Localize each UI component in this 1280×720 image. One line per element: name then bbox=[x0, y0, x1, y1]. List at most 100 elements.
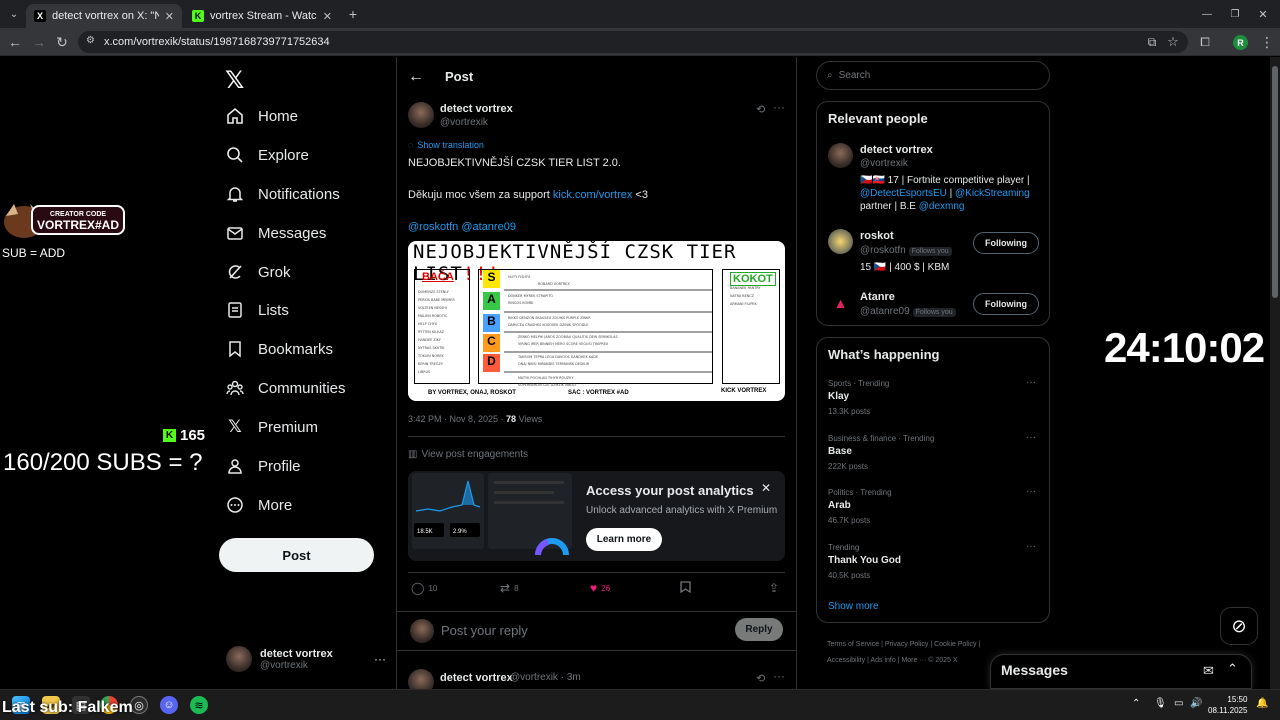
nav-lists[interactable]: Lists bbox=[226, 297, 289, 323]
reply-button[interactable]: Reply bbox=[735, 618, 783, 641]
reply-action[interactable]: ◯ 10 bbox=[411, 581, 437, 595]
network-icon[interactable]: ▭ bbox=[1174, 698, 1183, 709]
x-logo-icon[interactable]: 𝕏 bbox=[225, 66, 247, 94]
nav-profile[interactable]: Profile bbox=[226, 453, 301, 479]
tab-title: detect vortrex on X: "NEJOBJEK bbox=[52, 10, 159, 22]
minimize-icon[interactable]: — bbox=[1198, 5, 1216, 23]
expand-icon[interactable]: ⌃ bbox=[1227, 661, 1238, 677]
nav-home[interactable]: Home bbox=[226, 103, 298, 129]
trend-name[interactable]: Thank You God bbox=[828, 555, 901, 566]
system-clock[interactable]: 15:50 08.11.2025 bbox=[1208, 694, 1247, 716]
tray-chevron-icon[interactable]: ⌃ bbox=[1132, 698, 1140, 709]
spotify-icon[interactable]: ≋ bbox=[190, 696, 208, 714]
new-message-icon[interactable]: ✉ bbox=[1203, 663, 1214, 679]
trend-more-icon[interactable]: ··· bbox=[1026, 486, 1036, 497]
microphone-icon[interactable]: 🎙 bbox=[1154, 698, 1167, 709]
grok-explain-icon[interactable]: ⟲ bbox=[756, 103, 765, 116]
trend-more-icon[interactable]: ··· bbox=[1026, 432, 1036, 443]
account-more-icon[interactable]: ··· bbox=[374, 652, 386, 666]
people-icon bbox=[226, 379, 244, 397]
cast-icon[interactable]: ⧉ bbox=[1143, 33, 1161, 51]
author-name[interactable]: detect vortrex bbox=[440, 103, 513, 115]
trend-name[interactable]: Base bbox=[828, 446, 852, 457]
kick-link[interactable]: kick.com/vortrex bbox=[553, 189, 632, 201]
svg-text:HUTY FISHYX: HUTY FISHYX bbox=[508, 275, 531, 279]
nav-label: Grok bbox=[258, 263, 291, 281]
trend-more-icon[interactable]: ··· bbox=[1026, 377, 1036, 388]
site-info-icon[interactable]: ⚙ bbox=[86, 35, 95, 46]
bookmark-action[interactable] bbox=[680, 581, 691, 596]
avatar[interactable] bbox=[828, 229, 853, 254]
reply-input[interactable]: Post your reply bbox=[441, 623, 528, 638]
nav-label: Lists bbox=[258, 301, 289, 319]
browser-menu-icon[interactable]: ⋮ bbox=[1258, 33, 1276, 51]
tab-kick-stream[interactable]: K vortrex Stream - Watch Live on ✕ bbox=[184, 4, 340, 28]
maximize-icon[interactable]: ❐ bbox=[1226, 5, 1244, 23]
post-more-icon[interactable]: ··· bbox=[773, 100, 785, 114]
view-engagements-link[interactable]: ▥ View post engagements bbox=[408, 449, 528, 460]
bio-mention[interactable]: @dexmng bbox=[919, 201, 965, 212]
person-name[interactable]: detect vortrex bbox=[860, 144, 933, 156]
bio-mention[interactable]: @DetectEsportsEU bbox=[860, 188, 947, 199]
show-more-link[interactable]: Show more bbox=[828, 601, 879, 612]
following-button[interactable]: Following bbox=[973, 293, 1039, 315]
profile-avatar[interactable]: R bbox=[1233, 35, 1248, 50]
following-button[interactable]: Following bbox=[973, 232, 1039, 254]
search-input[interactable]: ⌕ Search bbox=[816, 61, 1050, 90]
back-arrow-icon[interactable]: ← bbox=[408, 68, 424, 86]
close-tab-icon[interactable]: ✕ bbox=[165, 10, 174, 23]
reload-icon[interactable]: ↻ bbox=[53, 33, 71, 51]
nav-grok[interactable]: Grok bbox=[226, 259, 291, 285]
bookmark-star-icon[interactable]: ☆ bbox=[1164, 33, 1182, 51]
trend-meta: Trending bbox=[828, 543, 860, 552]
address-bar[interactable]: ⚙ x.com/vortrexik/status/198716873977175… bbox=[78, 31, 1188, 53]
post-button[interactable]: Post bbox=[219, 538, 374, 572]
nav-notifications[interactable]: Notifications bbox=[226, 181, 340, 207]
trend-count: 222K posts bbox=[828, 462, 869, 471]
avatar[interactable]: ▲ bbox=[828, 290, 853, 315]
nav-communities[interactable]: Communities bbox=[226, 375, 346, 401]
trend-name[interactable]: Arab bbox=[828, 500, 851, 511]
nav-messages[interactable]: Messages bbox=[226, 220, 326, 246]
trend-more-icon[interactable]: ··· bbox=[1026, 541, 1036, 552]
window-close-icon[interactable]: ✕ bbox=[1254, 5, 1272, 23]
tab-search-icon[interactable]: ⌄ bbox=[5, 5, 23, 23]
tier-list-image[interactable]: NEJOBJEKTIVNĚJŠÍ CZSK TIER LIST!!! BAČA … bbox=[408, 241, 785, 401]
reply-author-name[interactable]: detect vortrex bbox=[440, 672, 513, 684]
new-tab-button[interactable]: + bbox=[344, 5, 362, 23]
grok-explain-icon[interactable]: ⟲ bbox=[756, 672, 765, 685]
scrollbar-thumb[interactable] bbox=[1272, 66, 1278, 298]
bio-mention[interactable]: @KickStreaming bbox=[955, 188, 1030, 199]
nav-bookmarks[interactable]: Bookmarks bbox=[226, 336, 333, 362]
account-switcher[interactable]: detect vortrex @vortrexik ··· bbox=[226, 641, 386, 677]
translate-icon: ◌ bbox=[408, 140, 414, 150]
person-name[interactable]: Atanre bbox=[860, 291, 895, 303]
nav-more[interactable]: More bbox=[226, 492, 292, 518]
back-icon[interactable]: ← bbox=[6, 33, 24, 51]
avatar bbox=[226, 646, 252, 672]
footer-line-1[interactable]: Terms of Service | Privacy Policy | Cook… bbox=[827, 637, 1047, 653]
avatar[interactable] bbox=[408, 102, 434, 128]
tab-x-post[interactable]: X detect vortrex on X: "NEJOBJEK ✕ bbox=[26, 4, 182, 28]
notification-bell-icon[interactable]: 🔔 bbox=[1256, 698, 1268, 709]
reply-more-icon[interactable]: ··· bbox=[773, 669, 785, 683]
person-name[interactable]: roskot bbox=[860, 230, 894, 242]
nav-explore[interactable]: Explore bbox=[226, 142, 309, 168]
post-mentions[interactable]: @roskotfn @atanre09 bbox=[408, 219, 783, 235]
volume-icon[interactable]: 🔊 bbox=[1190, 698, 1202, 709]
learn-more-button[interactable]: Learn more bbox=[586, 528, 662, 551]
like-action[interactable]: ♥ 26 bbox=[590, 581, 610, 595]
close-icon[interactable]: ✕ bbox=[761, 481, 771, 495]
discord-icon[interactable]: ☺ bbox=[160, 696, 178, 714]
grok-floating-button[interactable]: ⊘ bbox=[1220, 607, 1258, 645]
show-translation-link[interactable]: ◌ Show translation bbox=[408, 140, 484, 150]
repost-action[interactable]: ⇄ 8 bbox=[500, 581, 519, 595]
nav-premium[interactable]: 𝕏 Premium bbox=[226, 414, 318, 440]
close-tab-icon[interactable]: ✕ bbox=[323, 10, 332, 23]
forward-icon[interactable]: → bbox=[30, 33, 48, 51]
author-handle[interactable]: @vortrexik bbox=[440, 117, 488, 128]
extensions-icon[interactable]: ⧠ bbox=[1196, 33, 1214, 51]
trend-name[interactable]: Klay bbox=[828, 391, 849, 402]
avatar[interactable] bbox=[828, 143, 853, 168]
share-action[interactable]: ⇪ bbox=[769, 581, 779, 595]
